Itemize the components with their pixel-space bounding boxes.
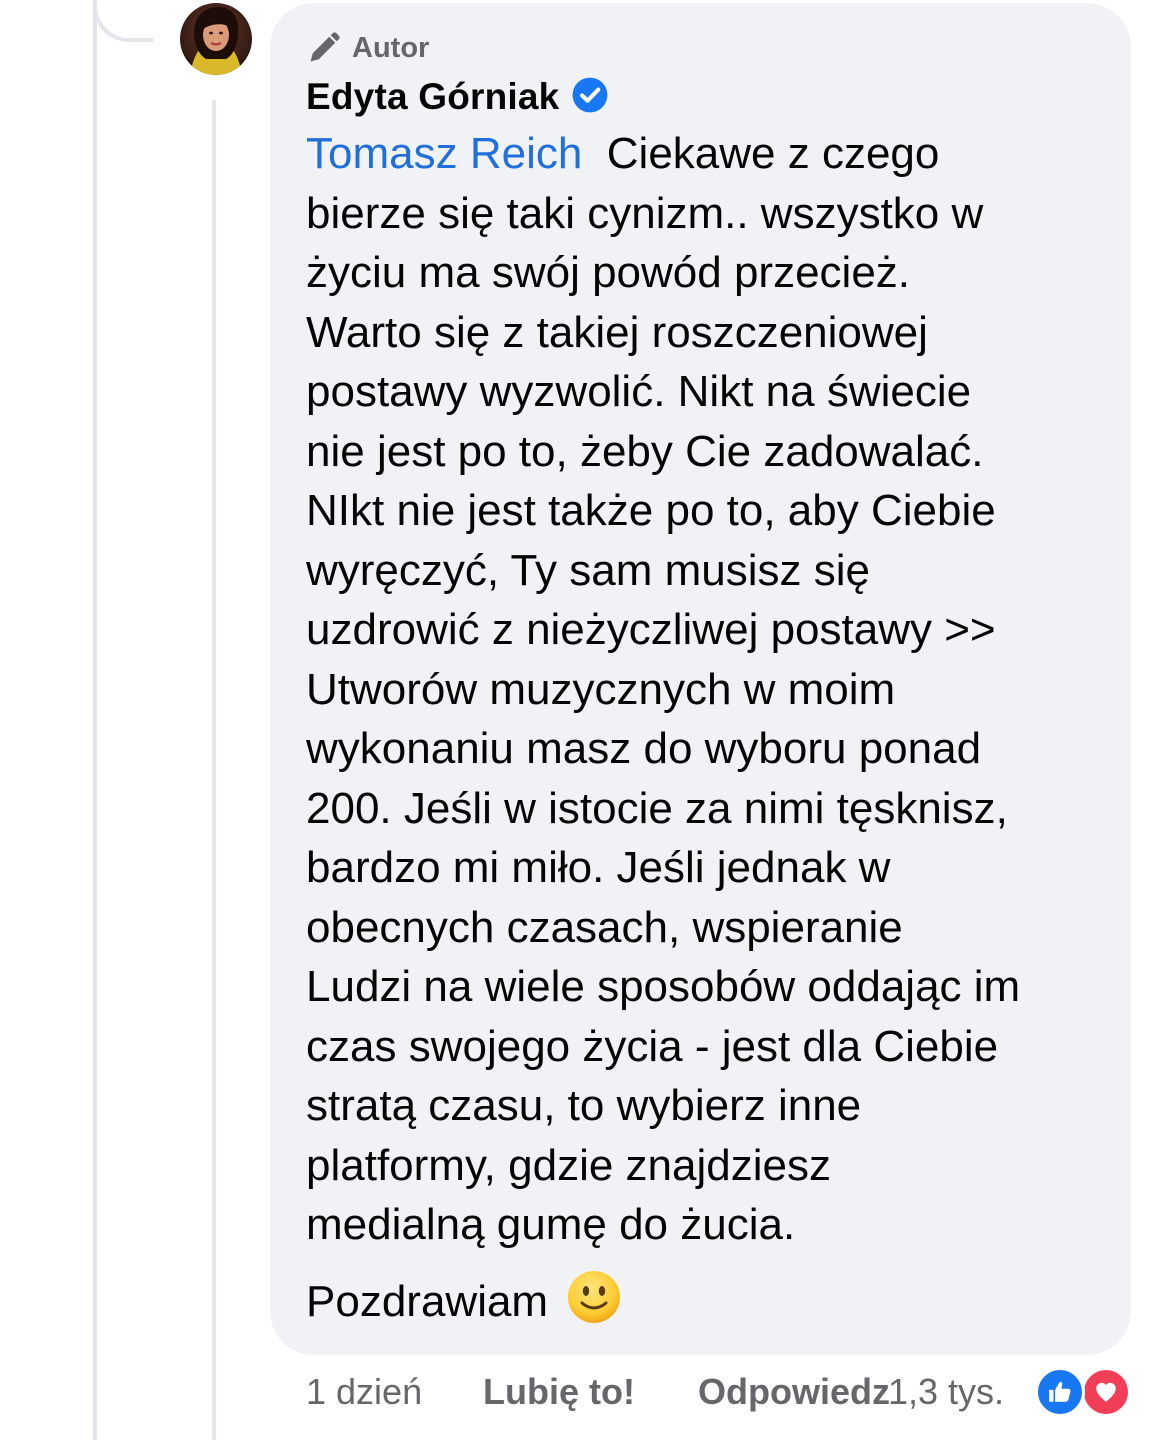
- reaction-count[interactable]: 1,3 tys.: [888, 1366, 1004, 1418]
- pencil-icon: [306, 30, 342, 66]
- greeting-text: Pozdrawiam: [306, 1277, 549, 1326]
- author-badge-label: Autor: [352, 31, 430, 64]
- comment-text: Tomasz Reich Ciekawe z czego bierze się …: [306, 124, 1106, 1255]
- comment-body: Ciekawe z czego bierze się taki cynizm..…: [306, 129, 1021, 1249]
- thread-connector: [93, 0, 153, 42]
- reply-thread-line: [212, 100, 216, 1440]
- heart-icon: [1081, 1367, 1131, 1417]
- verified-badge-icon: [571, 76, 609, 119]
- comment-timestamp[interactable]: 1 dzień: [306, 1366, 422, 1418]
- like-button[interactable]: Lubię to!: [483, 1366, 635, 1418]
- mention-link[interactable]: Tomasz Reich: [306, 129, 582, 178]
- reply-button[interactable]: Odpowiedz: [698, 1366, 890, 1418]
- author-row: Edyta Górniak: [306, 74, 609, 120]
- reactions[interactable]: [1035, 1367, 1135, 1417]
- greeting: Pozdrawiam: [306, 1270, 622, 1334]
- thread-line: [93, 0, 97, 1440]
- author-badge: Autor: [306, 28, 429, 68]
- slightly-smiling-face-icon: [566, 1269, 622, 1336]
- avatar[interactable]: [180, 3, 252, 75]
- author-name[interactable]: Edyta Górniak: [306, 76, 559, 118]
- thumbs-up-icon: [1035, 1367, 1085, 1417]
